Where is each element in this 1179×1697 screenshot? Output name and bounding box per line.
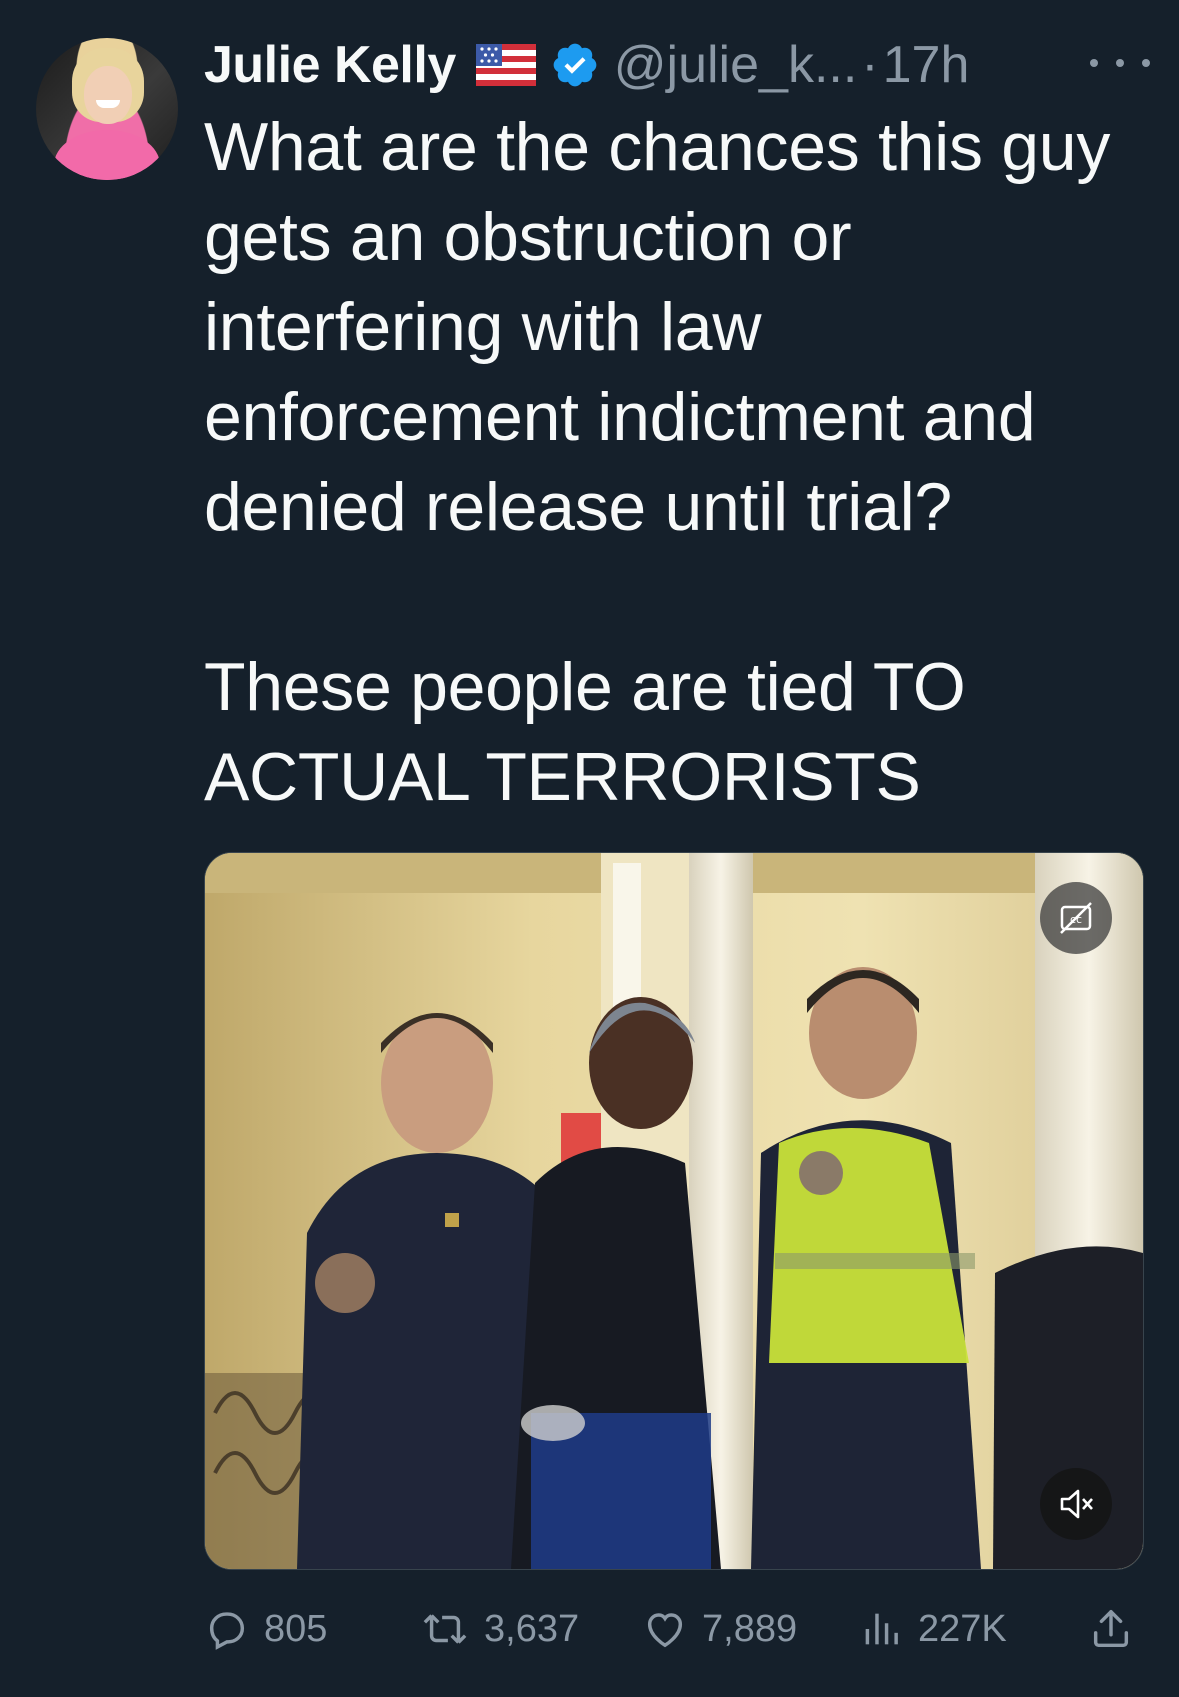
avatar-shirt — [54, 130, 160, 180]
view-count: 227K — [918, 1607, 1007, 1650]
tweet-paragraph: What are the chances this guy gets an ob… — [204, 109, 1111, 545]
author-handle[interactable]: @julie_k... — [614, 35, 858, 95]
verified-badge-icon[interactable] — [550, 40, 600, 90]
views-button[interactable]: 227K — [858, 1596, 1007, 1662]
reply-icon — [209, 1612, 245, 1650]
author-name[interactable]: Julie Kelly — [204, 35, 456, 95]
more-dot — [1142, 59, 1150, 67]
reply-button[interactable]: 805 — [204, 1596, 327, 1662]
captions-off-icon[interactable]: cc — [1040, 882, 1112, 954]
retweet-icon — [423, 1614, 467, 1644]
tweet-paragraph: These people are tied TO ACTUAL TERRORIS… — [204, 649, 966, 815]
more-options-icon[interactable] — [1090, 48, 1150, 78]
tweet-timestamp[interactable]: 17h — [883, 35, 970, 95]
video-player[interactable] — [204, 852, 1144, 1570]
us-flag-icon — [475, 44, 536, 86]
like-button[interactable]: 7,889 — [642, 1596, 797, 1662]
retweet-count: 3,637 — [484, 1607, 580, 1650]
more-dot — [1116, 59, 1124, 67]
retweet-button[interactable]: 3,637 — [420, 1596, 579, 1662]
header-separator: · — [861, 36, 879, 94]
tweet: Julie Kelly @julie_k... · 17h What are t… — [0, 0, 1179, 1697]
share-icon — [1093, 1610, 1129, 1648]
heart-icon — [647, 1613, 683, 1648]
muted-speaker-icon[interactable] — [1040, 1468, 1112, 1540]
tweet-header: Julie Kelly @julie_k... · 17h — [204, 30, 969, 100]
avatar[interactable] — [36, 38, 178, 180]
video-frame — [205, 853, 1143, 1569]
views-icon — [865, 1613, 898, 1645]
avatar-face — [84, 66, 132, 124]
tweet-actions: 805 3,637 7,889 227K — [204, 1596, 1144, 1662]
tweet-text: What are the chances this guy gets an ob… — [204, 102, 1144, 822]
more-dot — [1090, 59, 1098, 67]
like-count: 7,889 — [702, 1607, 798, 1650]
share-button[interactable] — [1088, 1596, 1148, 1662]
reply-count: 805 — [264, 1607, 328, 1650]
